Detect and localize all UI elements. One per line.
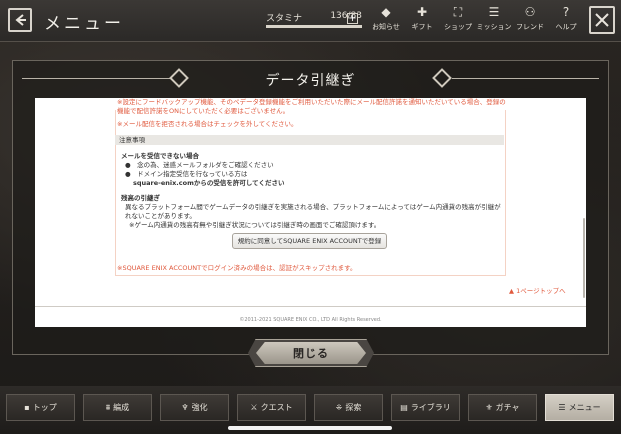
nav-label: ヘルプ	[555, 23, 577, 31]
nav-gift-button[interactable]: ✚ ギフト	[404, 4, 440, 38]
carry-line-3: ※ゲーム内通貨の残高有無や引継ぎ状況については引継ぎ時の画面でご確認頂けます。	[129, 221, 381, 229]
nav-notice-button[interactable]: ◆ お知らせ	[368, 4, 404, 38]
stamina-plus-button[interactable]: +	[347, 13, 358, 24]
mail-bullet-2b: square-enix.comからの受信を許可してください	[133, 179, 285, 187]
nav-shop-button[interactable]: ⛶ ショップ	[440, 4, 476, 38]
notes-header: 注意事項	[115, 135, 504, 145]
tab-edit[interactable]: ⩩ 編成	[83, 394, 152, 421]
menu-icon: ☰	[558, 403, 566, 412]
tab-menu[interactable]: ☰ メニュー	[545, 394, 614, 421]
top-icon: ▪	[24, 403, 30, 412]
nav-label: ギフト	[411, 23, 433, 31]
tab-label: トップ	[32, 403, 57, 412]
page-title: メニュー	[44, 14, 124, 34]
home-indicator[interactable]	[228, 426, 392, 430]
tab-enhance[interactable]: ♆ 強化	[160, 394, 229, 421]
nav-label: お知らせ	[372, 23, 400, 31]
notice-line-2: 機能で配信許諾をONにしていただく必要はございません。	[117, 107, 290, 115]
quest-icon: ⚔	[250, 403, 258, 412]
top-bar: メニュー スタミナ 136/83 + ◆ お知らせ ✚ ギフト ⛶ ショップ ☰ ミッション ⚇…	[0, 0, 621, 42]
stamina-fill	[266, 25, 362, 28]
explore-icon: ⁜	[335, 403, 343, 412]
tab-label: ライブラリ	[410, 403, 451, 412]
enhance-icon: ♆	[181, 403, 189, 412]
tab-label: メニュー	[568, 403, 601, 412]
close-menu-button[interactable]	[589, 6, 615, 34]
mission-icon: ☰	[488, 5, 500, 19]
gacha-icon: ⚜	[485, 403, 493, 412]
edit-icon: ⩩	[105, 402, 111, 412]
dialog-header: データ引継ぎ	[22, 62, 599, 96]
tab-library[interactable]: ▤ ライブラリ	[391, 394, 460, 421]
tab-quest[interactable]: ⚔ クエスト	[237, 394, 306, 421]
shop-icon: ⛶	[453, 5, 463, 19]
tab-label: クエスト	[260, 403, 293, 412]
back-button[interactable]	[8, 8, 32, 32]
tab-explore[interactable]: ⁜ 探索	[314, 394, 383, 421]
nav-label: ショップ	[444, 23, 472, 31]
tab-label: 強化	[191, 403, 208, 412]
stamina-label: スタミナ	[266, 14, 303, 24]
tab-label: 探索	[345, 403, 362, 412]
back-arrow-icon	[15, 14, 26, 26]
tab-top[interactable]: ▪ トップ	[6, 394, 75, 421]
stamina-bar	[266, 25, 362, 28]
footer-divider	[35, 306, 586, 307]
notice-icon: ◆	[381, 5, 391, 19]
nav-mission-button[interactable]: ☰ ミッション	[476, 4, 512, 38]
page-top-link[interactable]: ▲ 1ページトップへ	[509, 285, 566, 295]
friend-icon: ⚇	[524, 5, 536, 19]
close-button[interactable]: 閉じる	[256, 342, 366, 364]
close-icon	[595, 13, 609, 27]
tab-label: 編成	[113, 403, 130, 412]
nav-friend-button[interactable]: ⚇ フレンド	[512, 4, 548, 38]
agree-register-button[interactable]: 規約に同意してSQUARE ENIX ACCOUNTで登録	[232, 233, 387, 249]
content-panel[interactable]: ※設定にフードバックアップ機能、そのペデータ登録機能をご利用いただいた際にメール…	[35, 98, 586, 327]
dialog-title: データ引継ぎ	[265, 73, 356, 89]
help-icon: ?	[562, 5, 570, 19]
nav-help-button[interactable]: ? ヘルプ	[548, 4, 584, 38]
gift-icon: ✚	[416, 5, 428, 19]
nav-label: フレンド	[516, 23, 544, 31]
tab-label: ガチャ	[495, 403, 520, 412]
copyright: ©2011-2021 SQUARE ENIX CO., LTD All Righ…	[239, 317, 382, 323]
scrollbar[interactable]	[583, 218, 585, 298]
tab-gacha[interactable]: ⚜ ガチャ	[468, 394, 537, 421]
skip-note: ※SQUARE ENIX ACCOUNTでログイン済みの場合は、認証がスキップさ…	[117, 264, 357, 272]
close-button-label: 閉じる	[293, 347, 329, 360]
header-line-right	[452, 78, 599, 79]
nav-label: ミッション	[476, 23, 512, 31]
header-nav: ◆ お知らせ ✚ ギフト ⛶ ショップ ☰ ミッション ⚇ フレンド? ヘルプ	[368, 4, 584, 38]
notice-line-3: ※メール配信を拒否される場合はチェックを外してください。	[117, 120, 298, 128]
library-icon: ▤	[400, 403, 408, 412]
